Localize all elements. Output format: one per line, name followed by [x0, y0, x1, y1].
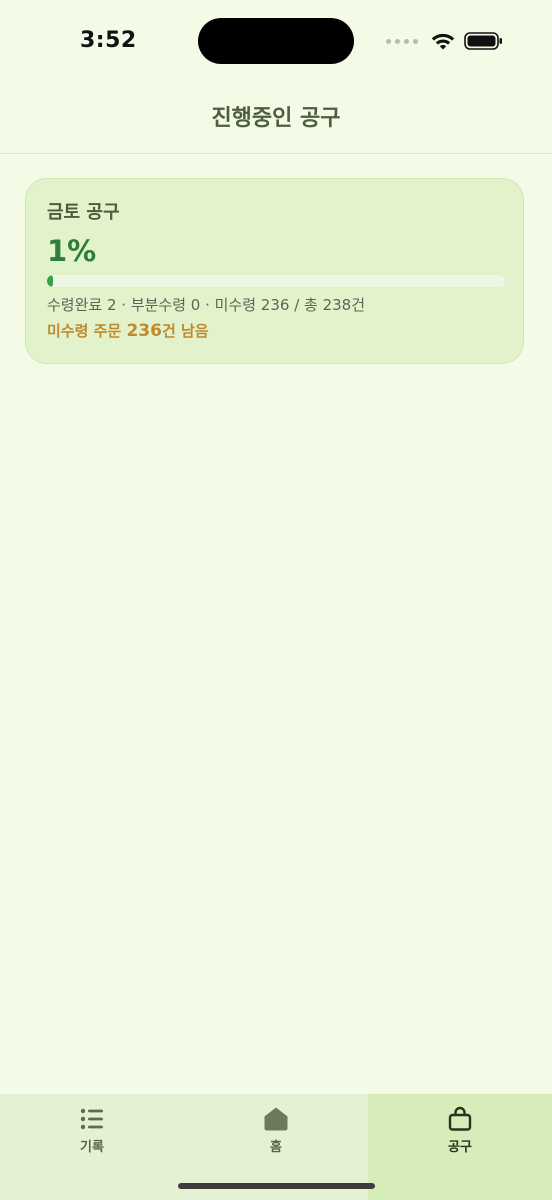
remaining-suffix: 건 남음	[161, 322, 209, 340]
status-time: 3:52	[80, 28, 137, 53]
home-indicator	[178, 1183, 375, 1189]
progress-bar	[47, 275, 505, 287]
group-buy-card[interactable]: 금토 공구 1% 수령완료 2 · 부분수령 0 · 미수령 236 / 총 2…	[25, 178, 524, 364]
progress-bar-fill	[47, 275, 53, 287]
card-title: 금토 공구	[47, 202, 120, 223]
remaining-prefix: 미수령 주문	[47, 322, 127, 340]
bag-icon	[448, 1106, 472, 1131]
tab-group-buy[interactable]: 공구	[368, 1094, 552, 1200]
remaining-orders: 미수령 주문 236건 남음	[47, 321, 503, 341]
cellular-signal-icon	[386, 38, 418, 44]
tab-label: 공구	[448, 1140, 472, 1155]
wifi-icon	[431, 33, 455, 50]
navigation-header: 진행중인 공구	[0, 84, 552, 154]
progress-percent: 1%	[47, 234, 97, 268]
tab-label: 홈	[270, 1140, 282, 1155]
pickup-stats: 수령완료 2 · 부분수령 0 · 미수령 236 / 총 238건	[47, 296, 366, 314]
list-icon	[80, 1108, 103, 1130]
battery-icon	[464, 32, 502, 50]
remaining-count: 236	[126, 321, 162, 341]
status-icons	[386, 28, 504, 54]
tab-label: 기록	[80, 1140, 104, 1155]
home-icon	[264, 1107, 288, 1131]
dynamic-island	[198, 18, 354, 64]
status-bar: 3:52	[0, 0, 552, 84]
tab-records[interactable]: 기록	[0, 1094, 184, 1200]
page-title: 진행중인 공구	[211, 105, 341, 131]
